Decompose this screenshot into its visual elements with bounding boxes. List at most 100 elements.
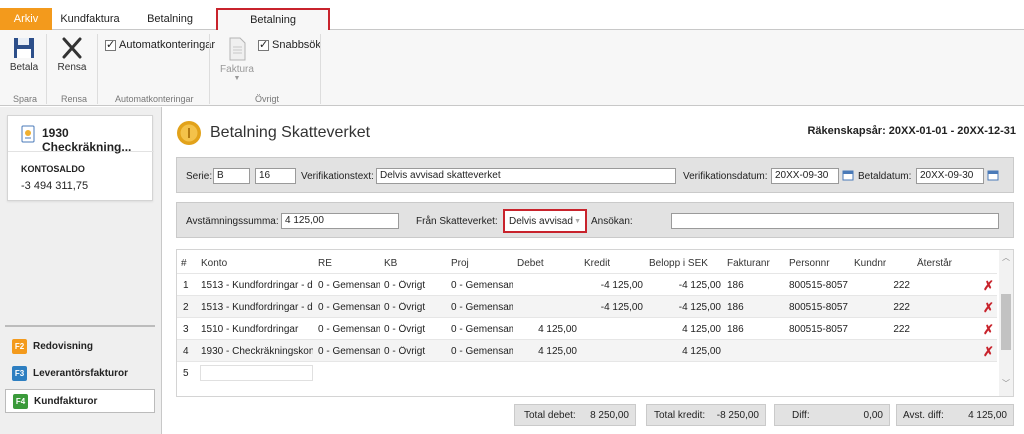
document-icon (229, 37, 246, 61)
cell-konto[interactable]: 1930 - Checkräkningskont (201, 346, 313, 357)
col-header-belopp[interactable]: Belopp i SEK (649, 258, 708, 269)
scroll-down-icon[interactable]: ﹀ (1002, 378, 1010, 389)
account-card[interactable]: 1930 Checkräkning... KONTOSALDO -3 494 3… (7, 115, 154, 201)
nav-leverantorsfakturor[interactable]: F3 Leverantörsfakturor (5, 361, 155, 385)
col-header-konto[interactable]: Konto (201, 258, 227, 269)
delete-row-icon[interactable]: ✗ (983, 278, 994, 294)
avstamningssumma-input[interactable]: 4 125,00 (281, 213, 399, 229)
ansokan-input[interactable] (671, 213, 999, 229)
table-row[interactable]: 2 1513 - Kundfordringar - d 0 - Gemensam… (177, 295, 997, 317)
scrollbar-thumb[interactable] (1001, 294, 1011, 350)
table-row[interactable]: 4 1930 - Checkräkningskont 0 - Gemensam … (177, 339, 997, 361)
fran-skatteverket-value: Delvis avvisad (509, 216, 573, 227)
tab-betalning[interactable]: Betalning (140, 8, 200, 30)
cell-fakturanr[interactable]: 186 (727, 280, 744, 291)
page-title: Betalning Skatteverket (210, 124, 371, 141)
cell-proj[interactable]: 0 - Gemensam (451, 346, 513, 357)
calendar-icon[interactable] (987, 169, 999, 181)
col-header-kredit[interactable]: Kredit (584, 258, 610, 269)
table-row[interactable]: 3 1510 - Kundfordringar 0 - Gemensam 0 -… (177, 317, 997, 339)
total-kredit-box: Total kredit: -8 250,00 (646, 404, 766, 426)
nav-redovisning[interactable]: F2 Redovisning (5, 334, 155, 358)
nav-kundfakturor[interactable]: F4 Kundfakturor (5, 389, 155, 413)
tab-kundfaktura[interactable]: Kundfaktura (58, 8, 122, 30)
avstamningssumma-label: Avstämningssumma: (186, 216, 279, 227)
account-title: 1930 Checkräkning... (42, 126, 132, 154)
delete-row-icon[interactable]: ✗ (983, 322, 994, 338)
serie-input[interactable]: B (213, 168, 250, 184)
cell-kredit[interactable]: -4 125,00 (581, 302, 643, 313)
cell-konto[interactable]: 1513 - Kundfordringar - d (201, 302, 313, 313)
cell-konto[interactable]: 1510 - Kundfordringar (201, 324, 313, 335)
ribbon-divider (97, 34, 98, 104)
new-row-konto-input[interactable] (200, 365, 313, 381)
delete-row-icon[interactable]: ✗ (983, 344, 994, 360)
nav-divider (5, 325, 155, 327)
col-header-proj[interactable]: Proj (451, 258, 469, 269)
number-input[interactable]: 16 (255, 168, 296, 184)
cell-debet[interactable]: 4 125,00 (517, 324, 577, 335)
cell-personnr[interactable]: 800515-8057 (789, 280, 848, 291)
cell-personnr[interactable]: 800515-8057 (789, 324, 848, 335)
account-card-header: 1930 Checkräkning... (8, 116, 154, 154)
verifikationsdatum-input[interactable]: 20XX-09-30 (771, 168, 839, 184)
verifikationstext-input[interactable]: Delvis avvisad skatteverket (376, 168, 676, 184)
cell-kundnr[interactable]: 222 (854, 280, 910, 291)
col-header-debet[interactable]: Debet (517, 258, 544, 269)
group-label-spara: Spara (13, 94, 38, 104)
avst-diff-box: Avst. diff: 4 125,00 (896, 404, 1014, 426)
cell-kb[interactable]: 0 - Övrigt (384, 324, 446, 335)
cell-proj[interactable]: 0 - Gemensam (451, 280, 513, 291)
cell-re[interactable]: 0 - Gemensam (318, 280, 380, 291)
cell-re[interactable]: 0 - Gemensam (318, 302, 380, 313)
cell-re[interactable]: 0 - Gemensam (318, 346, 380, 357)
scroll-up-icon[interactable]: ︿ (1002, 252, 1010, 263)
saldo-value: -3 494 311,75 (21, 180, 89, 192)
cell-kundnr[interactable]: 222 (854, 302, 910, 313)
cell-belopp: -4 125,00 (678, 280, 721, 291)
cell-proj[interactable]: 0 - Gemensam (451, 302, 513, 313)
new-row[interactable]: 5 (177, 361, 997, 383)
grid-scrollbar[interactable]: ︿ ﹀ (999, 250, 1013, 396)
cell-nr: 4 (183, 346, 189, 357)
cell-nr: 3 (183, 324, 189, 335)
cell-debet[interactable]: 4 125,00 (517, 346, 577, 357)
fran-skatteverket-select[interactable]: Delvis avvisad ▼ (503, 209, 587, 233)
cell-personnr[interactable]: 800515-8057 (789, 302, 848, 313)
cell-nr: 2 (183, 302, 189, 313)
cell-fakturanr[interactable]: 186 (727, 324, 744, 335)
save-icon (14, 38, 34, 58)
cell-kb[interactable]: 0 - Övrigt (384, 346, 446, 357)
calendar-icon[interactable] (842, 169, 854, 181)
rensa-button[interactable]: Rensa (54, 36, 90, 73)
betala-button[interactable]: Betala (6, 36, 42, 73)
col-header-re[interactable]: RE (318, 258, 332, 269)
tab-betalning-skatteverket[interactable]: Betalning Skatteverket (216, 8, 330, 46)
col-header-kundnr[interactable]: Kundnr (854, 258, 886, 269)
snabbsok-label: Snabbsök (272, 39, 321, 51)
cell-proj[interactable]: 0 - Gemensam (451, 324, 513, 335)
automatkonteringar-checkbox[interactable]: Automatkonteringar (105, 38, 215, 51)
cell-kundnr[interactable]: 222 (854, 324, 910, 335)
grid-header: # Konto RE KB Proj Debet Kredit Belopp i… (177, 252, 997, 274)
col-header-fakturanr[interactable]: Fakturanr (727, 258, 770, 269)
tab-arkiv[interactable]: Arkiv (0, 8, 52, 30)
table-row[interactable]: 1 1513 - Kundfordringar - d 0 - Gemensam… (177, 273, 997, 295)
group-label-automatkonteringar: Automatkonteringar (115, 94, 194, 104)
snabbsok-checkbox[interactable]: Snabbsök (258, 38, 321, 51)
f4-key-icon: F4 (13, 393, 28, 409)
col-header-kb[interactable]: KB (384, 258, 397, 269)
betaldatum-input[interactable]: 20XX-09-30 (916, 168, 984, 184)
group-label-ovrigt: Övrigt (255, 94, 280, 104)
cell-re[interactable]: 0 - Gemensam (318, 324, 380, 335)
checkbox-checked-icon (258, 38, 269, 51)
col-header-personnr[interactable]: Personnr (789, 258, 830, 269)
cell-kb[interactable]: 0 - Övrigt (384, 302, 446, 313)
col-header-aterstar[interactable]: Återstår (917, 258, 952, 269)
cell-fakturanr[interactable]: 186 (727, 302, 744, 313)
cell-kb[interactable]: 0 - Övrigt (384, 280, 446, 291)
cell-konto[interactable]: 1513 - Kundfordringar - d (201, 280, 313, 291)
delete-row-icon[interactable]: ✗ (983, 300, 994, 316)
faktura-button[interactable]: Faktura ▼ (218, 36, 256, 82)
cell-kredit[interactable]: -4 125,00 (581, 280, 643, 291)
